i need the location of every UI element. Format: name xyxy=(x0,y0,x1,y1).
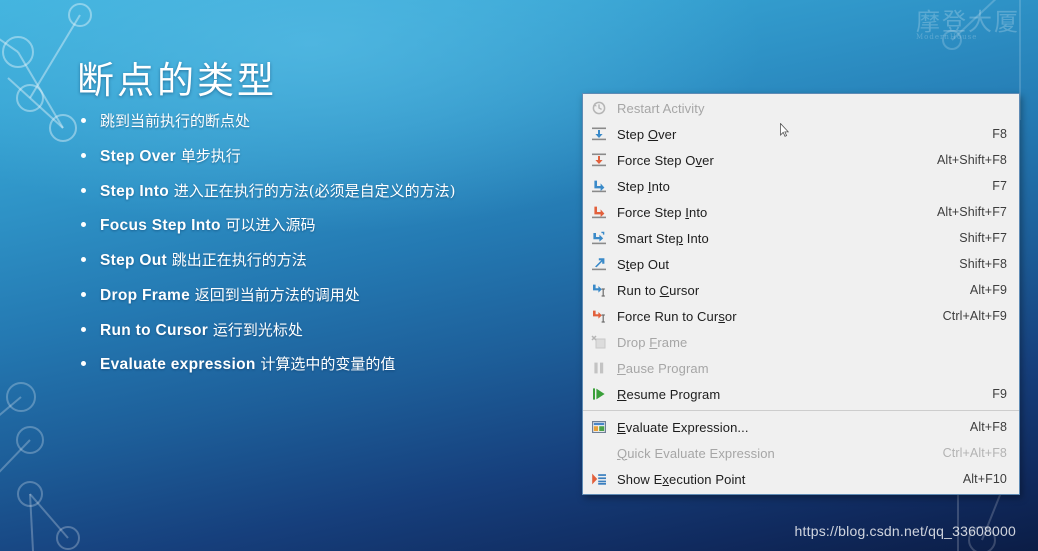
menu-item-step-out[interactable]: Step Out Shift+F8 xyxy=(583,251,1019,277)
menu-item-shortcut: Shift+F7 xyxy=(959,231,1007,245)
step-out-icon xyxy=(588,256,610,272)
menu-item-label: Run to Cursor xyxy=(617,282,700,298)
top-logo-watermark: 摩登大厦 ModernHouse xyxy=(916,2,1020,41)
force-step-into-icon xyxy=(588,204,610,220)
menu-item-shortcut: F9 xyxy=(992,387,1007,401)
force-step-over-icon xyxy=(588,152,610,168)
menu-item-force-step-over[interactable]: Force Step Over Alt+Shift+F8 xyxy=(583,147,1019,173)
menu-item-label: Smart Step Into xyxy=(617,230,709,246)
menu-item-label: Resume Program xyxy=(617,386,721,402)
menu-item-shortcut: Ctrl+Alt+F8 xyxy=(942,446,1007,460)
bullet-list: 跳到当前执行的断点处 Step Over 单步执行 Step Into 进入正在执行… xyxy=(78,112,598,390)
menu-item-label: Step Out xyxy=(617,256,670,272)
menu-item-label: Step Into xyxy=(617,178,670,194)
bullet-dot-icon xyxy=(81,361,86,367)
menu-item-label: Step Over xyxy=(617,126,677,142)
bullet-term: Step Into xyxy=(100,182,169,200)
restart-icon xyxy=(588,100,610,116)
bullet-dot-icon xyxy=(81,222,86,228)
menu-item-shortcut: Ctrl+Alt+F9 xyxy=(942,309,1007,323)
bullet-description: 可以进入源码 xyxy=(220,216,316,235)
menu-item-shortcut: Shift+F8 xyxy=(959,257,1007,271)
top-logo-text: 摩登大厦 xyxy=(916,8,1020,36)
menu-item-shortcut: Alt+F10 xyxy=(962,472,1007,486)
menu-item-pause-program: Pause Program xyxy=(583,355,1019,381)
menu-item-force-run-to-cursor[interactable]: Force Run to Cursor Ctrl+Alt+F9 xyxy=(583,303,1019,329)
menu-item-label: Quick Evaluate Expression xyxy=(617,445,775,461)
bullet-description: 返回到当前方法的调用处 xyxy=(190,285,360,304)
evaluate-expression-icon xyxy=(588,419,610,435)
bullet-dot-icon xyxy=(81,118,86,123)
menu-item-label: Force Step Over xyxy=(617,152,714,168)
menu-item-shortcut: F8 xyxy=(992,127,1007,141)
bullet-item: Step Out 跳出正在执行的方法 xyxy=(78,251,598,270)
bullet-description: 运行到光标处 xyxy=(208,320,303,339)
bullet-description: 进入正在执行的方法(必须是自定义的方法) xyxy=(169,181,456,200)
blog-url-watermark: https://blog.csdn.net/qq_33608000 xyxy=(794,523,1016,539)
bullet-description: 跳出正在执行的方法 xyxy=(166,251,307,270)
bullet-description: 单步执行 xyxy=(175,146,241,165)
menu-item-shortcut: Alt+F9 xyxy=(969,283,1007,297)
menu-item-resume-program[interactable]: Resume Program F9 xyxy=(583,381,1019,407)
menu-item-label: Restart Activity xyxy=(617,100,705,116)
menu-item-show-execution-point[interactable]: Show Execution Point Alt+F10 xyxy=(583,466,1019,492)
slide-screenshot: 摩登大厦 ModernHouse 断点的类型 跳到当前执行的断点处 Step Ov… xyxy=(0,0,1038,551)
menu-separator xyxy=(583,410,1019,411)
menu-item-label: Force Run to Cursor xyxy=(617,308,737,324)
bullet-dot-icon xyxy=(81,291,86,297)
no-icon xyxy=(588,445,610,461)
force-run-to-cursor-icon xyxy=(588,308,610,324)
show-execution-point-icon xyxy=(588,471,610,487)
smart-step-into-icon xyxy=(588,230,610,246)
pause-icon xyxy=(588,360,610,376)
menu-item-label: Show Execution Point xyxy=(617,471,746,487)
menu-item-force-step-into[interactable]: Force Step Into Alt+Shift+F7 xyxy=(583,199,1019,225)
menu-item-shortcut: Alt+F8 xyxy=(969,420,1007,434)
menu-item-step-over[interactable]: Step Over F8 xyxy=(583,121,1019,147)
bullet-term: Step Over xyxy=(100,147,176,165)
drop-frame-icon xyxy=(588,334,610,350)
menu-item-label: Force Step Into xyxy=(617,204,708,220)
menu-item-run-to-cursor[interactable]: Run to Cursor Alt+F9 xyxy=(583,277,1019,303)
menu-item-quick-evaluate-expression: Quick Evaluate Expression Ctrl+Alt+F8 xyxy=(583,440,1019,466)
bullet-item: Step Into 进入正在执行的方法(必须是自定义的方法) xyxy=(78,182,598,201)
menu-item-shortcut: Alt+Shift+F7 xyxy=(937,205,1007,219)
bullet-description: 计算选中的变量的值 xyxy=(255,355,396,374)
menu-item-label: Evaluate Expression... xyxy=(617,419,749,435)
bullet-dot-icon xyxy=(81,257,86,263)
bullet-item: Focus Step Into 可以进入源码 xyxy=(78,216,598,235)
bullet-item: Evaluate expression 计算选中的变量的值 xyxy=(78,355,598,374)
bullet-dot-icon xyxy=(81,326,86,332)
menu-item-step-into[interactable]: Step Into F7 xyxy=(583,173,1019,199)
menu-item-restart-activity: Restart Activity xyxy=(583,95,1019,121)
menu-item-drop-frame: Drop Frame xyxy=(583,329,1019,355)
menu-item-smart-step-into[interactable]: Smart Step Into Shift+F7 xyxy=(583,225,1019,251)
debug-context-menu[interactable]: Restart Activity Step Over F8 Force Step Ov… xyxy=(582,93,1020,495)
step-into-icon xyxy=(588,178,610,194)
bullet-item: Step Over 单步执行 xyxy=(78,147,598,166)
run-to-cursor-icon xyxy=(588,282,610,298)
bullet-term: Drop Frame xyxy=(100,286,190,304)
bullet-term: Evaluate expression xyxy=(100,356,256,374)
menu-item-shortcut: F7 xyxy=(992,179,1007,193)
bullet-term: Focus Step Into xyxy=(100,217,221,235)
bullet-description: 跳到当前执行的断点处 xyxy=(100,112,251,130)
menu-item-evaluate-expression[interactable]: Evaluate Expression... Alt+F8 xyxy=(583,414,1019,440)
bullet-term: Step Out xyxy=(100,252,167,270)
bullet-item: 跳到当前执行的断点处 xyxy=(78,112,598,131)
bullet-item: Run to Cursor 运行到光标处 xyxy=(78,321,598,340)
menu-item-label: Drop Frame xyxy=(617,334,688,350)
bullet-dot-icon xyxy=(81,152,86,158)
bullet-item: Drop Frame 返回到当前方法的调用处 xyxy=(78,286,598,305)
menu-item-label: Pause Program xyxy=(617,360,709,376)
bullet-term: Run to Cursor xyxy=(100,321,209,339)
resume-icon xyxy=(588,386,610,402)
page-title: 断点的类型 xyxy=(77,59,277,102)
step-over-icon xyxy=(588,126,610,142)
menu-item-shortcut: Alt+Shift+F8 xyxy=(937,153,1007,167)
bullet-dot-icon xyxy=(81,187,86,193)
